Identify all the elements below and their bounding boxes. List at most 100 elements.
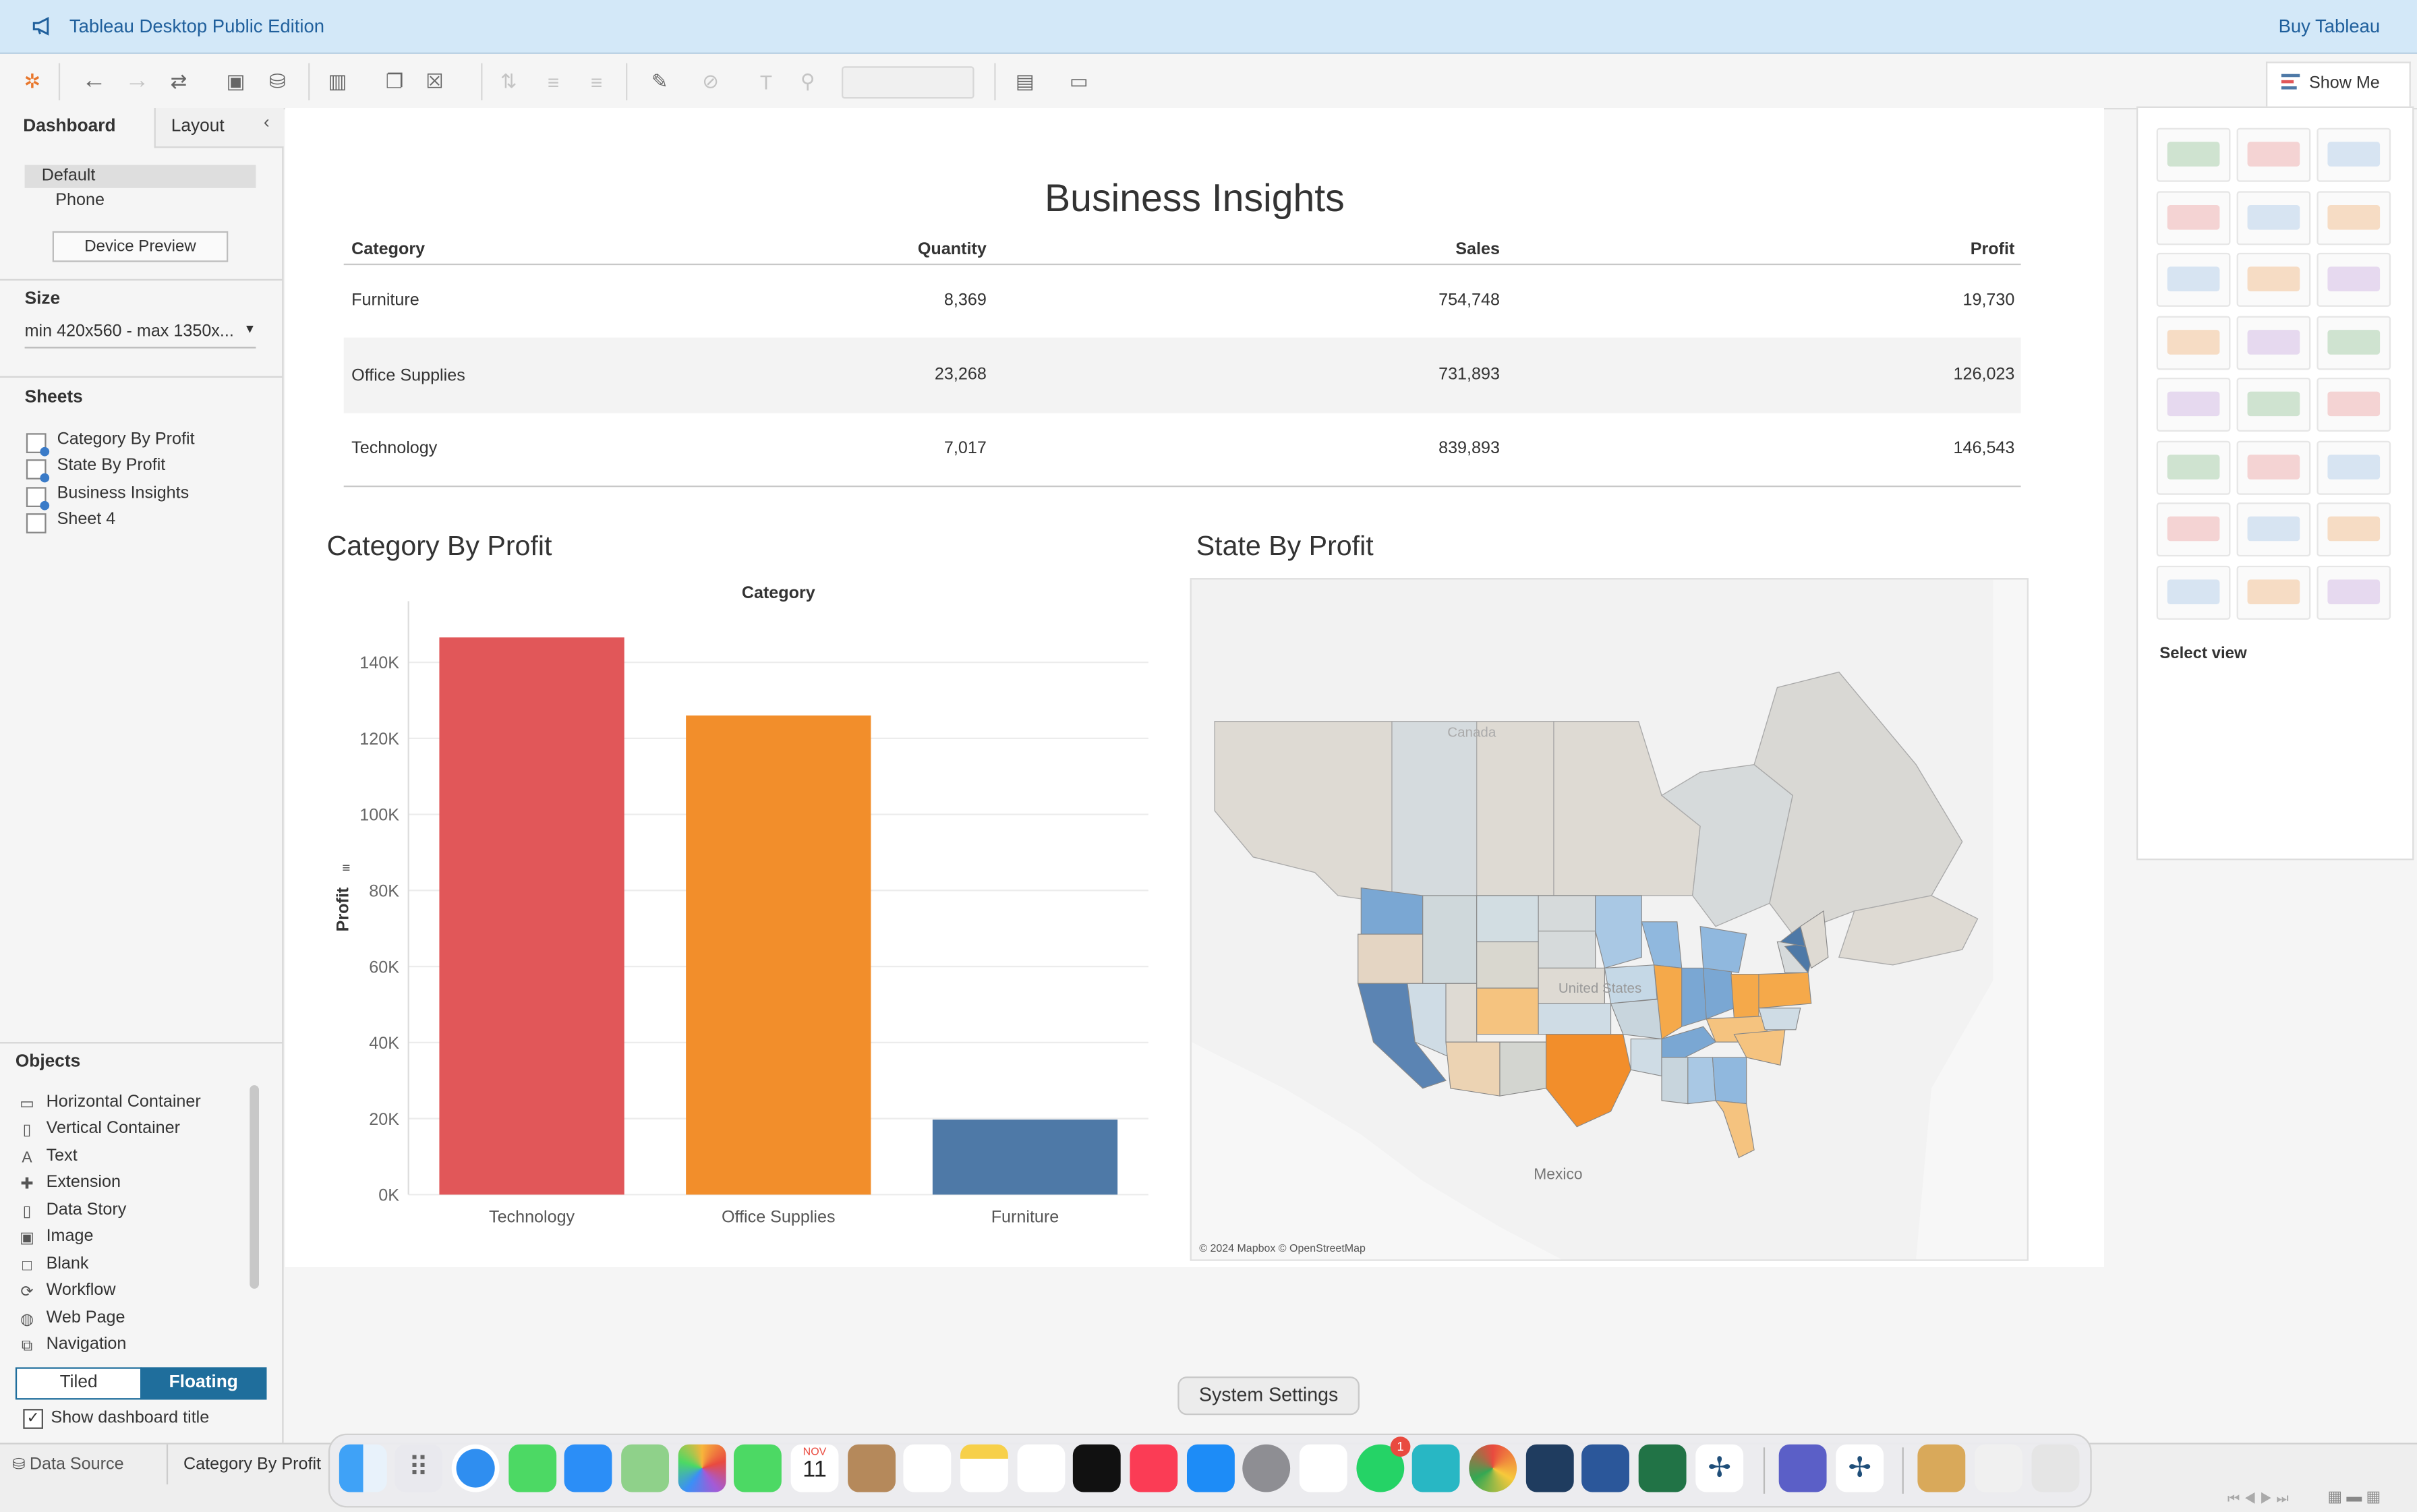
chart-type-thumbnail[interactable] <box>2156 252 2231 307</box>
text-icon[interactable]: T <box>751 66 782 97</box>
photos-icon[interactable] <box>678 1444 726 1492</box>
device-phone[interactable]: Phone <box>55 191 105 209</box>
trash-icon[interactable] <box>2031 1444 2080 1492</box>
app-store-icon[interactable] <box>1186 1444 1235 1492</box>
annotate-icon[interactable]: ⊘ <box>695 66 726 97</box>
chart-type-thumbnail[interactable] <box>2317 127 2391 182</box>
buy-tableau-link[interactable]: Buy Tableau <box>2279 16 2380 37</box>
chart-type-thumbnail[interactable] <box>2236 502 2311 557</box>
slack-icon[interactable] <box>1299 1444 1347 1492</box>
sheet-item[interactable]: Category By Profit <box>26 430 273 457</box>
sheet-item[interactable]: Business Insights <box>26 484 273 511</box>
chart-type-thumbnail[interactable] <box>2156 502 2231 557</box>
chart-type-thumbnail[interactable] <box>2317 377 2391 432</box>
chart-type-thumbnail[interactable] <box>2317 252 2391 307</box>
table-row[interactable]: Technology 7,017 839,893 146,543 <box>344 413 2021 486</box>
object-horizontal-container[interactable]: ▭ Horizontal Container <box>18 1093 250 1118</box>
tab-dashboard[interactable]: Dashboard <box>0 107 154 147</box>
object-blank[interactable]: □ Blank <box>18 1255 250 1280</box>
chart-type-thumbnail[interactable] <box>2236 440 2311 494</box>
messages-icon[interactable] <box>508 1444 557 1492</box>
sheet-item[interactable]: State By Profit <box>26 457 273 483</box>
save-icon[interactable]: ▣ <box>221 66 252 97</box>
excel-icon[interactable] <box>1638 1444 1687 1492</box>
mail-icon[interactable] <box>564 1444 612 1492</box>
object-workflow[interactable]: ⟳ Workflow <box>18 1281 250 1306</box>
new-sheet-icon[interactable]: ▥ <box>322 66 353 97</box>
chart-type-thumbnail[interactable] <box>2317 440 2391 494</box>
swap-icon[interactable]: ⇄ <box>163 66 194 97</box>
object-data-story[interactable]: ▯ Data Story <box>18 1201 250 1226</box>
tiled-button[interactable]: Tiled <box>15 1367 142 1400</box>
chart-type-thumbnail[interactable] <box>2317 190 2391 245</box>
object-extension[interactable]: ✚ Extension <box>18 1173 250 1198</box>
tableau-logo-icon[interactable]: ✲ <box>17 66 48 97</box>
floating-button[interactable]: Floating <box>140 1367 267 1400</box>
downloads-icon[interactable] <box>1974 1444 2022 1492</box>
pagination-icons[interactable]: ⏮ ◀ ▶ ⏭ <box>2227 1490 2289 1507</box>
device-preview-button[interactable]: Device Preview <box>52 231 229 262</box>
show-title-checkbox[interactable]: ✓ <box>23 1409 43 1429</box>
chart-type-thumbnail[interactable] <box>2156 127 2231 182</box>
maps-icon[interactable] <box>621 1444 669 1492</box>
view-toggle-icons[interactable]: ▦ ▬ ▦ <box>2327 1489 2381 1506</box>
size-select[interactable]: min 420x560 - max 1350x... ▼ <box>24 322 256 349</box>
new-datasource-icon[interactable]: ⛁ <box>262 66 293 97</box>
canva-icon[interactable] <box>1411 1444 1460 1492</box>
notes-icon[interactable] <box>960 1444 1008 1492</box>
archive-icon[interactable] <box>1917 1444 1966 1492</box>
tab-layout[interactable]: Layout ‹ <box>154 107 284 148</box>
swap-rows-icon[interactable]: ⇅ <box>493 66 524 97</box>
chart-type-thumbnail[interactable] <box>2156 440 2231 494</box>
chart-type-thumbnail[interactable] <box>2317 315 2391 370</box>
objects-scrollbar[interactable] <box>250 1085 259 1289</box>
show-me-button[interactable]: Show Me <box>2265 61 2411 108</box>
object-text[interactable]: A Text <box>18 1147 250 1172</box>
chart-type-thumbnail[interactable] <box>2236 564 2311 619</box>
mysql-workbench-icon[interactable] <box>1525 1444 1574 1492</box>
redo-icon[interactable]: → <box>122 66 153 97</box>
highlight-icon[interactable]: ✎ <box>644 66 675 97</box>
table-row[interactable]: Furniture 8,369 754,748 19,730 <box>344 265 2021 337</box>
safari-icon[interactable] <box>451 1444 500 1492</box>
state-profit-map[interactable]: Canada United States Mexico © 2024 Mapbo… <box>1190 578 2029 1261</box>
chart-type-thumbnail[interactable] <box>2156 190 2231 245</box>
reminders-icon[interactable] <box>903 1444 952 1492</box>
apple-tv-icon[interactable] <box>1072 1444 1121 1492</box>
sheet-tab[interactable]: Category By Profit <box>183 1455 321 1474</box>
chart-type-thumbnail[interactable] <box>2317 564 2391 619</box>
undo-icon[interactable]: ← <box>79 66 110 97</box>
presentation-icon[interactable]: ▭ <box>1064 66 1095 97</box>
sheet-item[interactable]: Sheet 4 <box>26 511 273 535</box>
system-settings-icon[interactable] <box>1242 1444 1291 1492</box>
chart-type-thumbnail[interactable] <box>2236 190 2311 245</box>
object-vertical-container[interactable]: ▯ Vertical Container <box>18 1119 250 1144</box>
chart-type-thumbnail[interactable] <box>2317 502 2391 557</box>
chart-type-thumbnail[interactable] <box>2156 564 2231 619</box>
chart-type-thumbnail[interactable] <box>2236 127 2311 182</box>
object-web-page[interactable]: ◍ Web Page <box>18 1309 250 1334</box>
freeform-icon[interactable] <box>1017 1444 1066 1492</box>
chart-type-thumbnail[interactable] <box>2156 315 2231 370</box>
object-image[interactable]: ▣ Image <box>18 1227 250 1252</box>
contacts-icon[interactable] <box>848 1444 896 1492</box>
chart-type-thumbnail[interactable] <box>2236 377 2311 432</box>
word-icon[interactable] <box>1581 1444 1629 1492</box>
device-default[interactable]: Default <box>24 165 256 188</box>
chart-type-thumbnail[interactable] <box>2236 315 2311 370</box>
chart-type-thumbnail[interactable] <box>2236 252 2311 307</box>
sort-desc-icon[interactable]: ≡ <box>581 66 612 97</box>
chart-type-thumbnail[interactable] <box>2156 377 2231 432</box>
launchpad-icon[interactable]: ⠿ <box>395 1444 442 1492</box>
finder-icon[interactable] <box>339 1444 387 1492</box>
tableau-icon[interactable]: ✢ <box>1695 1444 1744 1492</box>
calendar-icon[interactable]: NOV 11 <box>790 1444 839 1492</box>
sort-asc-icon[interactable]: ≡ <box>538 66 569 97</box>
show-cards-icon[interactable]: ▤ <box>1010 66 1041 97</box>
duplicate-sheet-icon[interactable]: ❐ <box>379 66 410 97</box>
whatsapp-icon[interactable]: 1 <box>1356 1436 1411 1492</box>
chrome-icon[interactable] <box>1469 1444 1517 1492</box>
pin-icon[interactable]: ⚲ <box>792 66 823 97</box>
data-source-tab[interactable]: ⛁ Data Source <box>12 1455 123 1474</box>
clear-sheet-icon[interactable]: ☒ <box>419 66 450 97</box>
